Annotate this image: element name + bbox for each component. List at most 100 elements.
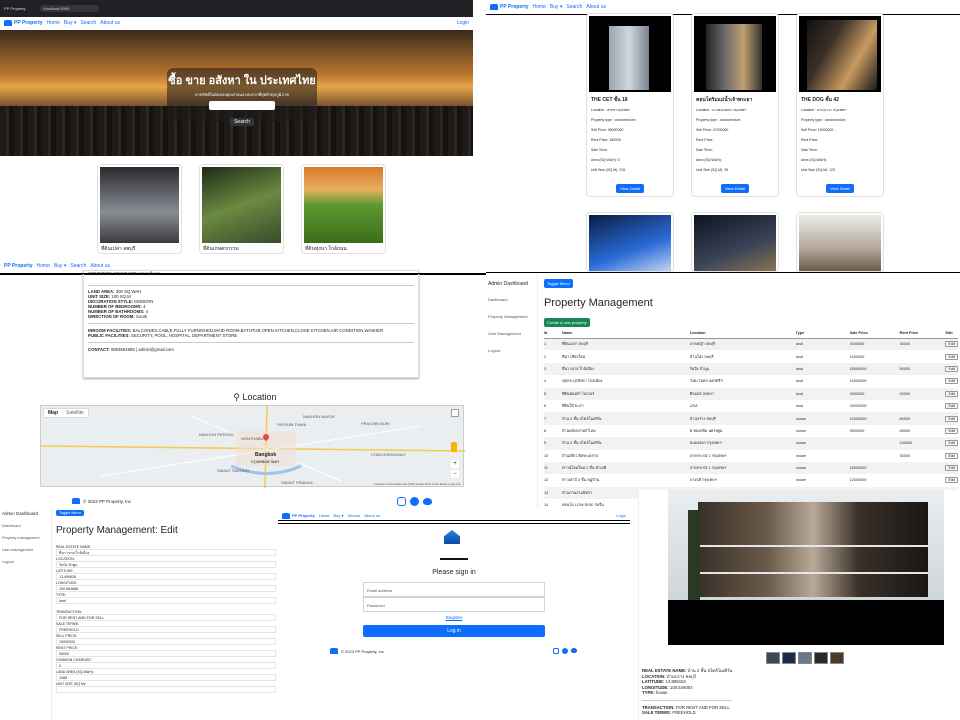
toggle-menu-button[interactable]: Toggle Menu	[544, 279, 573, 288]
edit-button[interactable]: Edit	[945, 403, 958, 410]
edit-button[interactable]: Edit	[945, 353, 958, 360]
sidebar-item-property[interactable]: Property Management	[486, 308, 537, 325]
table-cell: 8	[544, 428, 547, 433]
sidebar-item-users[interactable]: User Management	[486, 325, 537, 342]
edit-button[interactable]: Edit	[945, 378, 958, 385]
thumbnail[interactable]	[766, 652, 780, 664]
login-button[interactable]: Log in	[363, 625, 545, 637]
create-property-button[interactable]: Create a new property	[544, 318, 590, 327]
table-cell: land	[795, 404, 803, 409]
nav-buy[interactable]: Buy ▾	[550, 4, 563, 10]
edit-button[interactable]: Edit	[945, 452, 958, 459]
house-logo-icon	[72, 498, 80, 504]
map-label: PATHUM THANI	[277, 422, 307, 427]
zoom-out-icon[interactable]: −	[451, 470, 459, 478]
nav-home[interactable]: Home	[47, 20, 60, 26]
form-input[interactable]: 13.490828	[56, 573, 276, 580]
nav-about[interactable]: About us	[586, 4, 606, 10]
edit-button[interactable]: Edit	[945, 415, 958, 422]
home-card-1[interactable]: ที่ดินเปล่า ลพบุรี	[97, 164, 182, 254]
form-input[interactable]: ริมปิง ลำพูน	[56, 561, 276, 568]
form-input[interactable]: FREEHOLD	[56, 626, 276, 633]
edit-button[interactable]: Edit	[945, 477, 958, 484]
edit-button[interactable]: Edit	[945, 365, 958, 372]
fullscreen-icon[interactable]	[451, 409, 459, 417]
public-facilities: PUBLIC FACILITIES: SECURITY, POOL, HOSPI…	[88, 333, 238, 338]
edit-button[interactable]: Edit	[945, 427, 958, 434]
nav-buy[interactable]: Buy ▾	[54, 263, 67, 269]
sidebar-item-dashboard[interactable]: Dashboard	[0, 520, 51, 532]
listing-card-5[interactable]	[691, 212, 779, 272]
signin-heading: Please sign in	[432, 569, 476, 576]
form-input[interactable]	[56, 686, 276, 693]
sidebar-item-property[interactable]: Property management	[0, 532, 51, 544]
instagram-icon[interactable]	[397, 497, 406, 506]
form-input[interactable]: 100.664888	[56, 585, 276, 592]
nav-home[interactable]: Home	[533, 4, 546, 10]
zoom-in-icon[interactable]: +	[451, 460, 459, 468]
facebook-icon[interactable]	[562, 648, 568, 654]
brand-link[interactable]: PP Property	[4, 263, 33, 269]
street-view-icon[interactable]	[451, 442, 457, 452]
view-detail-button[interactable]: View Detail	[826, 184, 854, 193]
address-bar[interactable]: localhost:9090	[39, 5, 100, 12]
instagram-icon[interactable]	[553, 648, 559, 654]
nav-buy[interactable]: Buy ▾	[334, 513, 344, 518]
google-map[interactable]: Map Satellite NAKHON PATHOM Bangkok กรุง…	[40, 405, 465, 488]
nav-search[interactable]: Search	[348, 513, 361, 518]
edit-button[interactable]: Edit	[945, 341, 958, 348]
nav-about[interactable]: About us	[100, 20, 120, 26]
brand-link[interactable]: PP Property	[4, 20, 43, 26]
sidebar-item-logout[interactable]: Logout	[0, 556, 51, 568]
nav-search[interactable]: Search	[566, 4, 582, 10]
nav-home[interactable]: Home	[319, 513, 330, 518]
nav-about[interactable]: About us	[364, 513, 380, 518]
thumbnail[interactable]	[814, 652, 828, 664]
form-input[interactable]: 0	[56, 662, 276, 669]
nav-home[interactable]: Home	[37, 263, 50, 269]
thumbnail[interactable]	[782, 652, 796, 664]
edit-button[interactable]: Edit	[945, 465, 958, 472]
register-link[interactable]: Register	[278, 615, 630, 620]
form-input[interactable]: 15000000	[56, 638, 276, 645]
sidebar-item-dashboard[interactable]: Dashboard	[486, 291, 537, 308]
view-detail-button[interactable]: View Detail	[616, 184, 644, 193]
form-input[interactable]: ที่นา เขาย ใกล้เมือง	[56, 549, 276, 556]
form-input[interactable]: FOR RENT AND FOR SELL	[56, 614, 276, 621]
form-input[interactable]: 1088	[56, 674, 276, 681]
sidebar-item-users[interactable]: User management	[0, 544, 51, 556]
nav-buy[interactable]: Buy ▾	[64, 20, 77, 26]
edit-button[interactable]: Edit	[945, 440, 958, 447]
twitter-icon[interactable]	[571, 648, 577, 653]
browser-tab[interactable]: PP Property	[4, 6, 26, 11]
nav-about[interactable]: About us	[90, 263, 110, 269]
brand-link[interactable]: PP Property	[490, 4, 529, 10]
map-tab[interactable]: Map	[44, 409, 62, 417]
form-input[interactable]: 50000	[56, 650, 276, 657]
thumbnail[interactable]	[830, 652, 844, 664]
nav-search[interactable]: Search	[70, 263, 86, 269]
nav-login[interactable]: Login	[616, 513, 626, 518]
facebook-icon[interactable]	[410, 497, 419, 506]
email-field[interactable]: Email address	[363, 582, 545, 597]
signin-logo-bar	[440, 558, 468, 560]
hero-search-button[interactable]: Search	[230, 118, 254, 126]
listing-card-4[interactable]	[586, 212, 674, 272]
edit-button[interactable]: Edit	[945, 390, 958, 397]
home-card-2[interactable]: ที่ดินเกษตรกรรม	[199, 164, 284, 254]
satellite-tab[interactable]: Satellite	[62, 409, 88, 417]
nav-search[interactable]: Search	[80, 20, 96, 26]
toggle-menu-button[interactable]: Toggle Menu	[56, 510, 84, 516]
hero-search-input[interactable]	[209, 101, 275, 110]
thumbnail[interactable]	[798, 652, 812, 664]
home-card-3[interactable]: ที่ดินทุ่งนา ใกล้ถนน	[301, 164, 386, 254]
brand-link[interactable]: PP Property	[282, 512, 315, 519]
nav-login[interactable]: Login	[457, 20, 469, 26]
password-field[interactable]: Password	[363, 597, 545, 612]
form-input[interactable]: land	[56, 597, 276, 604]
twitter-icon[interactable]	[423, 498, 432, 505]
listing-card-6[interactable]	[796, 212, 884, 272]
sidebar-item-logout[interactable]: Logout	[486, 342, 537, 359]
view-detail-button[interactable]: View Detail	[721, 184, 749, 193]
table-cell	[899, 375, 945, 387]
